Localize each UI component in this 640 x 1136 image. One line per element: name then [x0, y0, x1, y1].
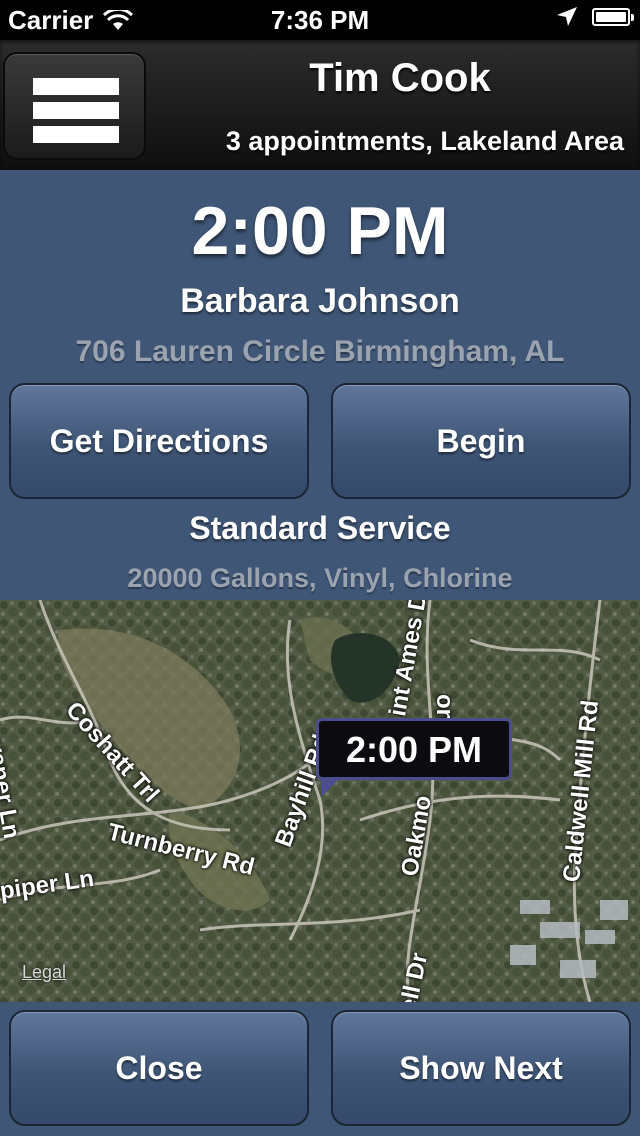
- technician-name: Tim Cook: [309, 56, 491, 100]
- service-type: Standard Service: [189, 510, 451, 546]
- map-legal-link[interactable]: Legal: [22, 962, 66, 983]
- service-details: 20000 Gallons, Vinyl, Chlorine: [127, 563, 513, 593]
- map-pin-callout[interactable]: 2:00 PM: [316, 718, 512, 797]
- footer-bar: Close Show Next: [0, 1002, 640, 1136]
- appointment-panel: 2:00 PM Barbara Johnson 706 Lauren Circl…: [0, 170, 640, 600]
- appointment-time: 2:00 PM: [191, 193, 449, 269]
- callout-pointer-icon: [321, 777, 341, 797]
- header-bar: Tim Cook 3 appointments, Lakeland Area: [0, 40, 640, 170]
- menu-button[interactable]: [3, 52, 146, 160]
- client-address: 706 Lauren Circle Birmingham, AL: [75, 335, 565, 368]
- get-directions-button[interactable]: Get Directions: [9, 383, 309, 499]
- satellite-map-image: [0, 600, 640, 1002]
- battery-icon: [592, 8, 634, 26]
- status-right: [556, 6, 634, 28]
- client-name: Barbara Johnson: [180, 282, 460, 320]
- close-button[interactable]: Close: [9, 1010, 309, 1126]
- appointments-summary: 3 appointments, Lakeland Area: [225, 126, 624, 156]
- map-pin-label: 2:00 PM: [345, 729, 483, 770]
- begin-button[interactable]: Begin: [331, 383, 631, 499]
- status-time: 7:36 PM: [270, 5, 370, 35]
- show-next-button[interactable]: Show Next: [331, 1010, 631, 1126]
- map-view[interactable]: Coshatt Trl Turnberry Rd Bayhill Rd Oakm…: [0, 600, 640, 1002]
- location-arrow-icon: [557, 7, 577, 26]
- status-bar: Carrier 7:36 PM: [0, 0, 640, 40]
